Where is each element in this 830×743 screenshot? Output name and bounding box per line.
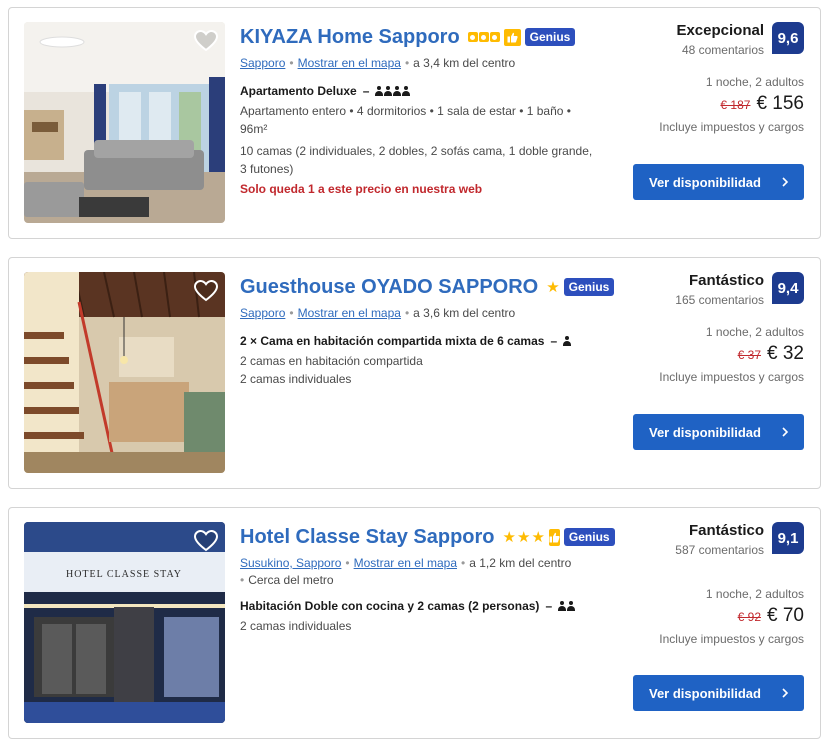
bed-detail: 2 camas individuales (240, 372, 352, 386)
see-availability-button[interactable]: Ver disponibilidad (633, 414, 804, 450)
taxes-note: Incluye impuestos y cargos (659, 632, 804, 646)
room-detail: 2 camas en habitación compartida (240, 354, 423, 368)
person-icon (563, 336, 572, 346)
location-row: Sapporo • Mostrar en el mapa • a 3,6 km del … (240, 306, 516, 320)
score-label: Excepcional (676, 22, 764, 39)
taxes-note: Incluye impuestos y cargos (659, 120, 804, 134)
property-name[interactable]: KIYAZA Home Sapporo (240, 26, 460, 49)
property-photo[interactable] (24, 272, 225, 473)
current-price: € 32 (767, 343, 804, 364)
rating-stars: ★ (546, 278, 560, 296)
stay-summary: 1 noche, 2 adultos (705, 587, 804, 601)
see-availability-button[interactable]: Ver disponibilidad (633, 675, 804, 711)
person-icon (558, 601, 576, 611)
original-price: € 37 (737, 348, 762, 362)
location-row: Sapporo • Mostrar en el mapa • a 3,4 km del … (240, 56, 516, 70)
transit-text: Cerca del metro (248, 573, 334, 587)
bed-detail: 10 camas (2 individuales, 2 dobles, 2 so… (240, 144, 593, 176)
original-price: € 187 (720, 98, 751, 112)
transit-note: • Cerca del metro (240, 573, 334, 587)
person-icon (375, 86, 411, 96)
button-label: Ver disponibilidad (649, 174, 761, 190)
score-badge: 9,1 (772, 522, 804, 554)
pricing-block: Excepcional 48 comentarios 9,6 1 noche, … (604, 22, 804, 200)
score-label: Fantástico (688, 272, 764, 289)
city-link[interactable]: Sapporo (240, 306, 285, 320)
property-info: Guesthouse OYADO SAPPORO ★ Genius Sappor… (240, 272, 615, 388)
room-type: Habitación Doble con cocina y 2 camas (2… (240, 599, 600, 613)
review-count[interactable]: 587 comentarios (675, 543, 764, 557)
distance-text: a 3,6 km del centro (413, 306, 516, 320)
thumbs-up-icon (503, 28, 521, 46)
property-card: Guesthouse OYADO SAPPORO ★ Genius Sappor… (8, 257, 821, 489)
rating-stars: ★ ★ ★ (502, 528, 545, 546)
room-name: Apartamento Deluxe (240, 84, 357, 98)
original-price: € 92 (737, 610, 762, 624)
button-label: Ver disponibilidad (649, 685, 761, 701)
show-on-map-link[interactable]: Mostrar en el mapa (354, 556, 457, 570)
heart-icon[interactable] (193, 28, 219, 54)
distance-text: a 3,4 km del centro (413, 56, 516, 70)
pricing-block: Fantástico 165 comentarios 9,4 1 noche, … (604, 272, 804, 450)
rating-squares (467, 32, 500, 42)
score-badge: 9,4 (772, 272, 804, 304)
genius-badge: Genius (524, 28, 576, 46)
property-info: Hotel Classe Stay Sapporo ★ ★ ★ Genius Sus… (240, 522, 615, 635)
property-info: KIYAZA Home Sapporo Genius Sapporo • Mostr… (240, 22, 600, 197)
bed-detail: 2 camas individuales (240, 619, 352, 633)
room-name: 2 × Cama en habitación compartida mixta … (240, 334, 545, 348)
review-count[interactable]: 165 comentarios (675, 293, 764, 307)
location-row: Susukino, Sapporo • Mostrar en el mapa • a 1… (240, 556, 572, 570)
property-name[interactable]: Guesthouse OYADO SAPPORO (240, 276, 538, 299)
review-count[interactable]: 48 comentarios (676, 43, 764, 57)
score-badge: 9,6 (772, 22, 804, 54)
see-availability-button[interactable]: Ver disponibilidad (633, 164, 804, 200)
room-name: Habitación Doble con cocina y 2 camas (2… (240, 599, 540, 613)
current-price: € 156 (756, 93, 804, 114)
city-link[interactable]: Sapporo (240, 56, 285, 70)
thumbs-up-icon (548, 528, 560, 546)
taxes-note: Incluye impuestos y cargos (659, 370, 804, 384)
room-type: 2 × Cama en habitación compartida mixta … (240, 334, 600, 348)
heart-icon[interactable] (193, 278, 219, 304)
stay-summary: 1 noche, 2 adultos (705, 325, 804, 339)
chevron-right-icon (782, 177, 789, 187)
score-label: Fantástico (688, 522, 764, 539)
room-detail: Apartamento entero • 4 dormitorios • 1 s… (240, 104, 571, 136)
property-card: HOTEL CLASSE STAY Hotel Classe Stay Sapp… (8, 507, 821, 739)
hotel-sign: HOTEL CLASSE STAY (66, 569, 182, 580)
property-photo[interactable] (24, 22, 225, 223)
chevron-right-icon (782, 688, 789, 698)
pricing-block: Fantástico 587 comentarios 9,1 1 noche, … (604, 522, 804, 711)
property-name[interactable]: Hotel Classe Stay Sapporo (240, 526, 495, 549)
room-type: Apartamento Deluxe – (240, 84, 600, 98)
distance-text: a 1,2 km del centro (469, 556, 572, 570)
show-on-map-link[interactable]: Mostrar en el mapa (298, 56, 401, 70)
chevron-right-icon (782, 427, 789, 437)
show-on-map-link[interactable]: Mostrar en el mapa (298, 306, 401, 320)
city-link[interactable]: Susukino, Sapporo (240, 556, 341, 570)
availability-warning: Solo queda 1 a este precio en nuestra we… (240, 182, 483, 196)
heart-icon[interactable] (193, 528, 219, 554)
property-card: KIYAZA Home Sapporo Genius Sapporo • Mostr… (8, 7, 821, 239)
button-label: Ver disponibilidad (649, 424, 761, 440)
stay-summary: 1 noche, 2 adultos (705, 75, 804, 89)
current-price: € 70 (767, 605, 804, 626)
property-photo[interactable]: HOTEL CLASSE STAY (24, 522, 225, 723)
